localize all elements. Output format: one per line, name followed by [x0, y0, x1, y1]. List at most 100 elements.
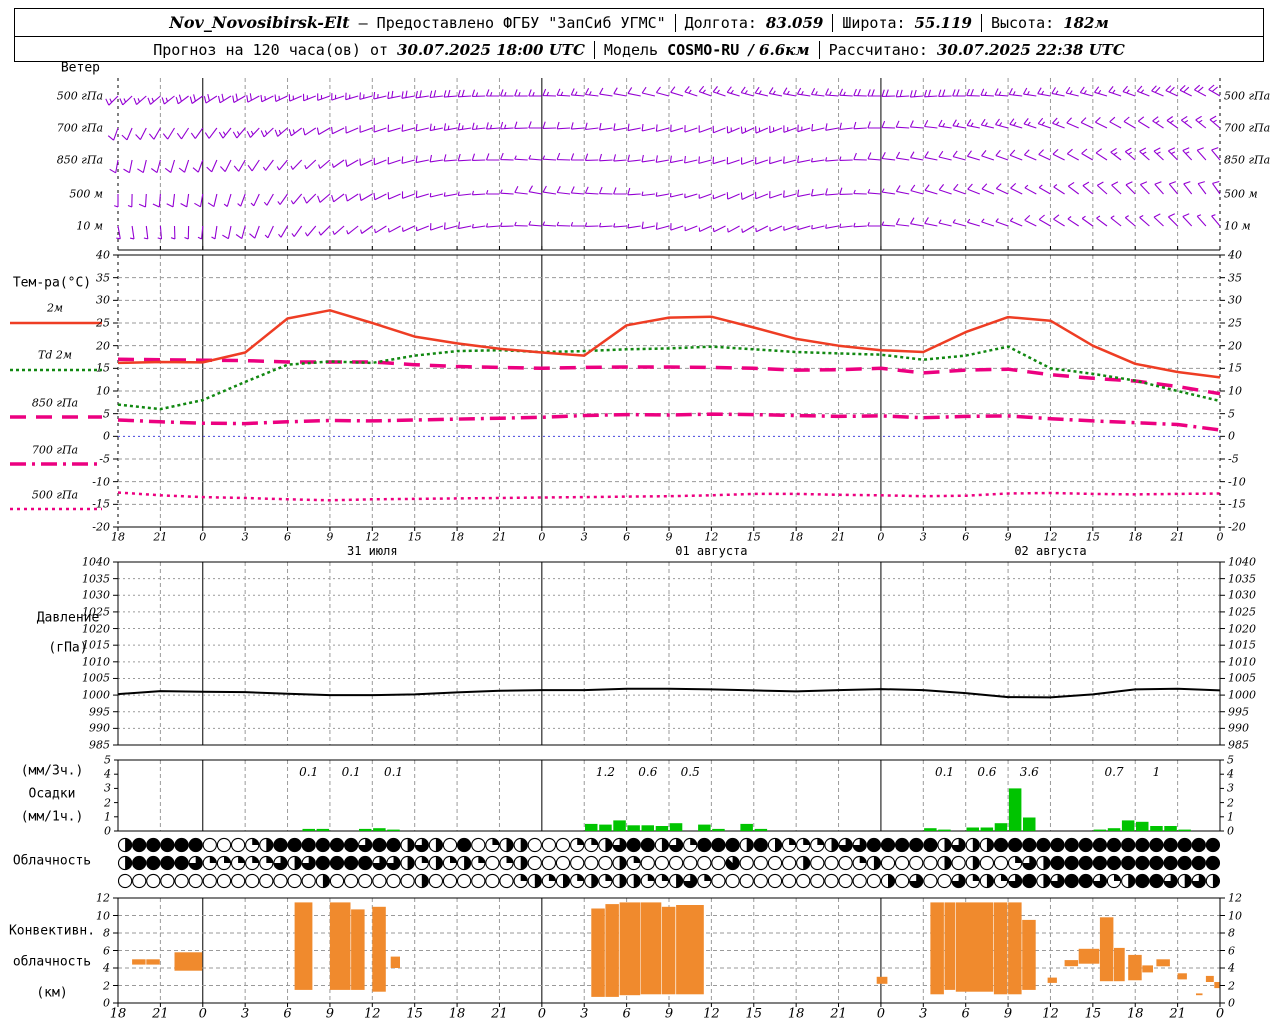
temp-tick: -15: [92, 498, 110, 511]
longitude-value: 83.059: [766, 14, 823, 32]
pressure-tick: 1000: [82, 689, 110, 702]
precip-tick: 5: [104, 754, 111, 767]
hour-label-bottom: 6: [962, 1007, 970, 1022]
pressure-tick: 1010: [1228, 655, 1256, 668]
hour-label-bottom: 15: [406, 1007, 423, 1022]
temp-tick: 10: [1228, 385, 1242, 398]
temp-tick: -20: [92, 521, 110, 534]
hour-label: 15: [408, 531, 422, 544]
header-row-forecast: Прогноз на 120 часа(ов) от 30.07.2025 18…: [15, 37, 1263, 63]
date-label: 02 августа: [1014, 544, 1086, 558]
conv-tick: 10: [96, 909, 110, 922]
cloud-panel-title: Облачность: [13, 854, 91, 869]
hour-label: 12: [1043, 531, 1057, 544]
precip-3h-sum: 0.7: [1104, 765, 1123, 779]
precip-3h-sum: 0.1: [342, 765, 361, 779]
wind-level-label: 850 гПа: [1224, 154, 1270, 167]
precip-tick: 2: [104, 796, 111, 809]
temp-legend-label: 500 гПа: [32, 489, 78, 502]
temp-tick: 40: [96, 249, 110, 262]
temp-tick: 5: [103, 407, 110, 420]
hour-label: 9: [666, 531, 673, 544]
hour-label: 21: [1171, 531, 1185, 544]
conv-tick: 6: [103, 944, 110, 957]
temp-tick: 20: [1228, 339, 1242, 352]
hour-label: 0: [1217, 531, 1224, 544]
temp-tick: -5: [1228, 453, 1239, 466]
conv-tick: 12: [1228, 892, 1242, 905]
wind-level-label: 500 гПа: [57, 90, 103, 103]
precip-3h-sum: 0.6: [638, 765, 657, 779]
hour-label: 3: [581, 531, 588, 544]
divider: [981, 14, 982, 32]
precip-tick: 0: [1227, 825, 1234, 838]
wind-level-label: 500 м: [1224, 188, 1258, 201]
hour-label-bottom: 18: [788, 1007, 805, 1022]
model-resolution: / 6.6км: [748, 41, 809, 59]
model-label: Модель: [604, 41, 658, 59]
hour-label: 18: [111, 531, 125, 544]
pressure-tick: 1015: [82, 639, 110, 652]
precip-tick: 4: [1227, 768, 1234, 781]
temp-legend-label: Td 2м: [38, 349, 72, 362]
conv-tick: 0: [1228, 997, 1235, 1010]
temp-tick: 0: [103, 430, 110, 443]
temp-tick: -10: [1228, 475, 1246, 488]
pressure-tick: 1040: [1228, 556, 1256, 569]
hour-label: 21: [153, 531, 167, 544]
meteogram-canvas: [0, 0, 1280, 1024]
pressure-tick: 1035: [1228, 572, 1256, 585]
hour-label-bottom: 15: [745, 1007, 762, 1022]
hour-label: 9: [1005, 531, 1012, 544]
date-label: 01 августа: [675, 544, 747, 558]
hour-label: 18: [789, 531, 803, 544]
hour-label-bottom: 9: [326, 1007, 334, 1022]
pressure-tick: 1040: [82, 556, 110, 569]
pressure-tick: 1025: [82, 605, 110, 618]
hour-label-bottom: 18: [1127, 1007, 1144, 1022]
precip-tick: 1: [104, 810, 111, 823]
pressure-tick: 1030: [82, 589, 110, 602]
pressure-tick: 995: [89, 705, 110, 718]
temp-tick: 35: [1228, 271, 1242, 284]
conv-tick: 2: [1228, 979, 1235, 992]
hour-label-bottom: 12: [703, 1007, 720, 1022]
precip-tick: 5: [1227, 754, 1234, 767]
precip-3h-sum: 0.5: [681, 765, 700, 779]
divider: [675, 14, 676, 32]
hour-label-bottom: 12: [364, 1007, 381, 1022]
temp-tick: 30: [1228, 294, 1242, 307]
pressure-tick: 1005: [1228, 672, 1256, 685]
hour-label: 9: [326, 531, 333, 544]
hour-label-bottom: 18: [110, 1007, 127, 1022]
hour-label-bottom: 9: [1004, 1007, 1012, 1022]
forecast-time: 30.07.2025 18:00 UTC: [397, 41, 585, 59]
pressure-tick: 1030: [1228, 589, 1256, 602]
hour-label-bottom: 21: [830, 1007, 847, 1022]
station-name: Nov_Novosibirsk-Elt: [169, 13, 349, 32]
pressure-tick: 1010: [82, 655, 110, 668]
pressure-tick: 985: [1228, 739, 1249, 752]
hour-label-bottom: 0: [199, 1007, 207, 1022]
pressure-tick: 1020: [82, 622, 110, 635]
precip-3h-sum: 0.1: [299, 765, 318, 779]
precip-tick: 0: [104, 825, 111, 838]
hour-label: 21: [832, 531, 846, 544]
precip-3h-sum: 1.2: [596, 765, 615, 779]
temp-tick: 25: [1228, 317, 1242, 330]
hour-label-bottom: 0: [1216, 1007, 1224, 1022]
divider: [594, 41, 595, 59]
hour-label-bottom: 21: [152, 1007, 169, 1022]
temp-legend-label: 700 гПа: [32, 444, 78, 457]
hour-label: 0: [199, 531, 206, 544]
meteogram-page: { "header": { "station": "Nov_Novosibirs…: [0, 0, 1280, 1024]
conv-tick: 12: [96, 892, 110, 905]
calc-label: Рассчитано:: [829, 41, 928, 59]
pressure-tick: 990: [89, 722, 110, 735]
longitude-label: Долгота:: [685, 14, 757, 32]
temp-tick: 25: [96, 317, 110, 330]
wind-level-label: 10 м: [1224, 220, 1251, 233]
wind-level-label: 500 м: [69, 188, 103, 201]
altitude-label: Высота:: [991, 14, 1054, 32]
temp-legend-label: 2м: [47, 302, 63, 315]
